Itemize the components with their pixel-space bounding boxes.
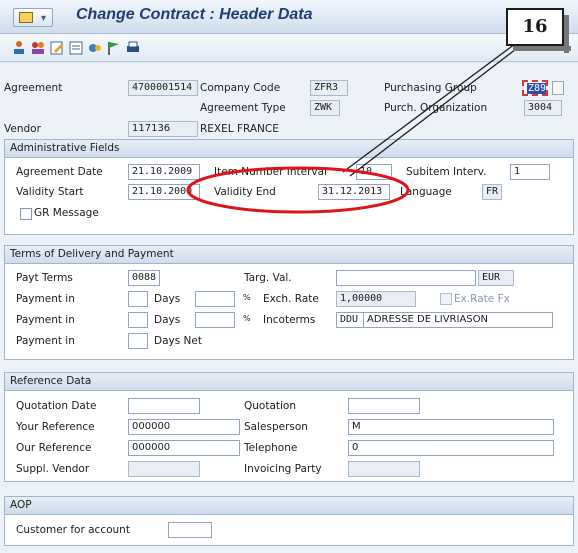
step-callout-number: 16 (506, 8, 571, 53)
callout-pointer-line (342, 43, 516, 173)
callout-pointer-line-2 (349, 45, 521, 177)
annotation-overlay (186, 43, 521, 214)
validity-end-highlight-ellipse (186, 166, 410, 214)
